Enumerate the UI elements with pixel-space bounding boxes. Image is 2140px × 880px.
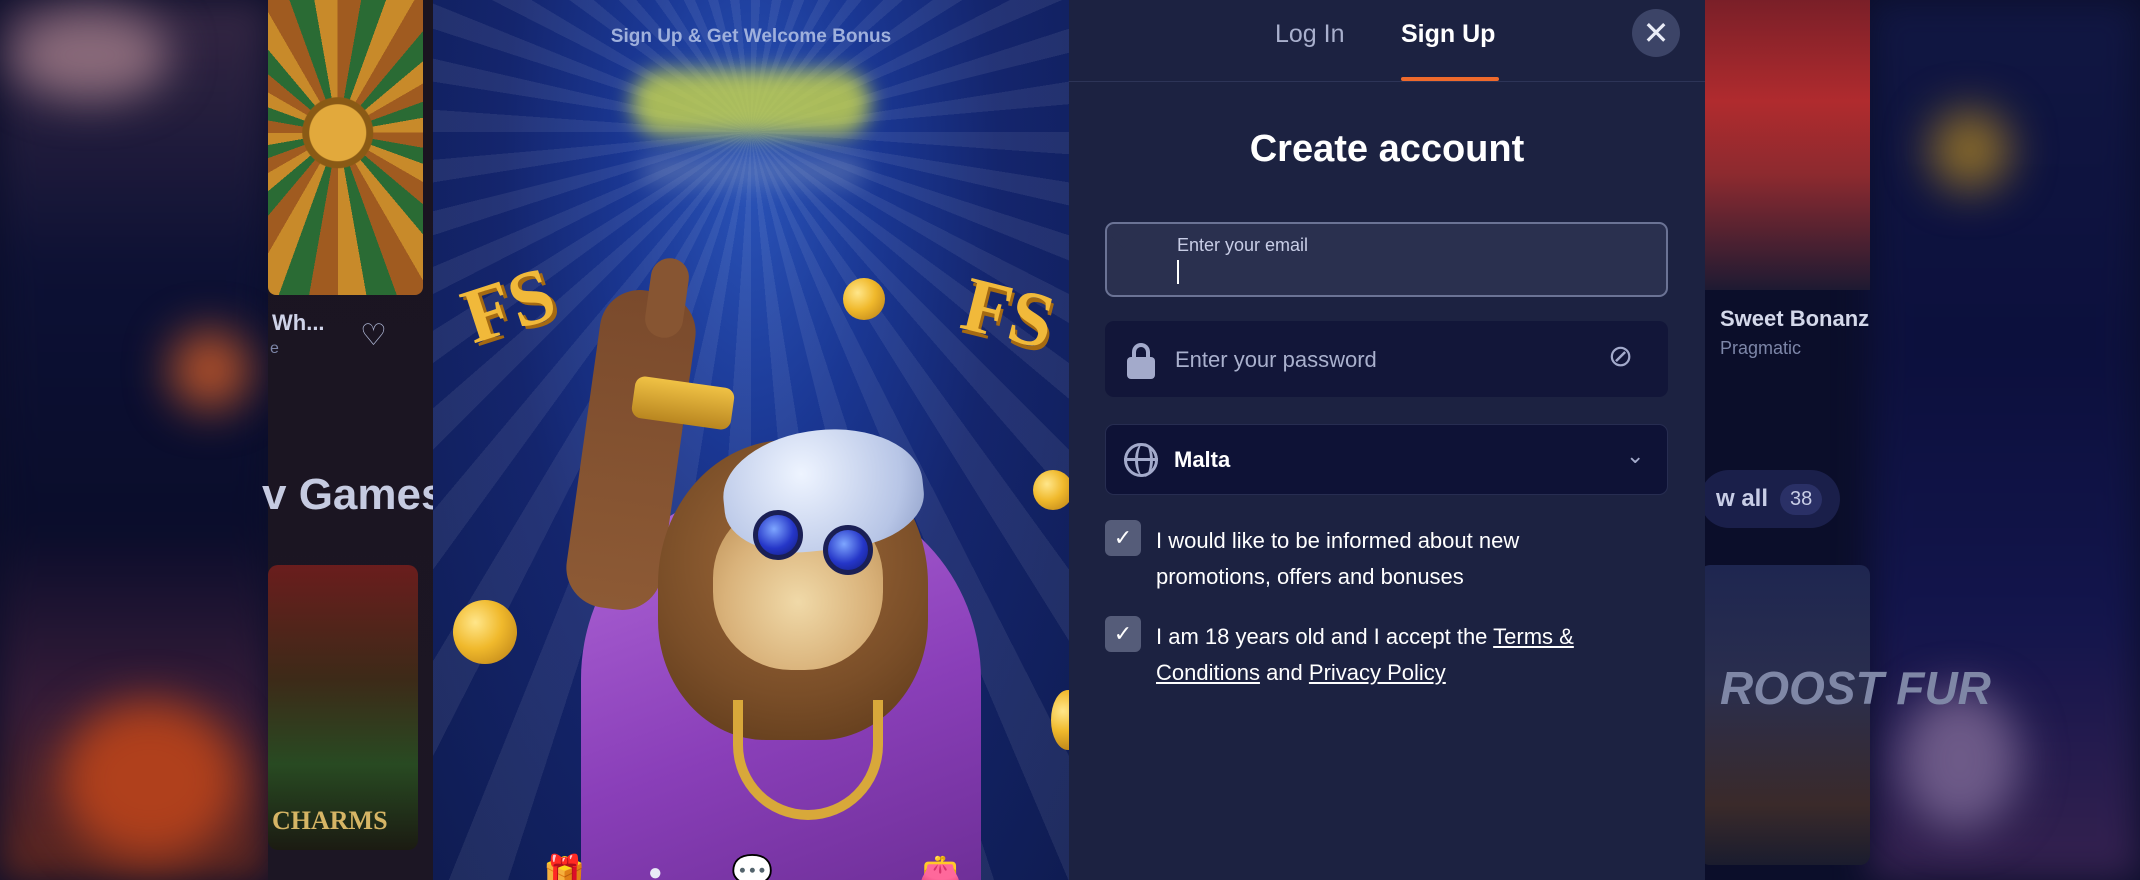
close-icon: ✕ <box>1642 15 1670 51</box>
auth-tabs: Log In Sign Up <box>1069 0 1705 82</box>
promotions-consent-text: I would like to be informed about new pr… <box>1156 528 1520 589</box>
password-field[interactable]: Enter your password ⊘ <box>1105 321 1668 397</box>
blur-blob <box>170 330 250 410</box>
signup-modal: Log In Sign Up ✕ Create account Enter yo… <box>1069 0 1705 880</box>
sunglasses-icon <box>753 510 803 560</box>
page-title: Create account <box>1249 128 1525 170</box>
game-thumbnail-label: CHARMS <box>272 806 388 835</box>
right-game-provider: Pragmatic <box>1720 338 1802 358</box>
right-game-title: Sweet Bonanz <box>1720 306 1870 331</box>
promo-subtitle-blur <box>643 158 863 184</box>
password-placeholder: Enter your password <box>1175 347 1377 372</box>
tab-log-in[interactable]: Log In <box>1275 20 1345 49</box>
gift-icon[interactable]: 🎁 <box>543 853 585 880</box>
eye-off-icon[interactable]: ⊘ <box>1608 339 1633 374</box>
globe-icon <box>1124 443 1158 477</box>
section-title-games: v Games <box>262 470 446 519</box>
dot-icon: ● <box>648 859 663 880</box>
left-game-provider: e <box>270 340 279 357</box>
close-button[interactable]: ✕ <box>1632 9 1680 57</box>
active-tab-indicator <box>1401 77 1499 81</box>
game-thumbnail-wheel <box>268 0 423 295</box>
country-value: Malta <box>1174 447 1231 472</box>
promo-panel: Sign Up & Get Welcome Bonus FS FS 🎁 ● 💬 … <box>433 0 1069 880</box>
heart-icon: ♡ <box>360 319 387 352</box>
view-all-count: 38 <box>1780 483 1823 515</box>
view-all-label: w all <box>1716 485 1769 512</box>
promo-bonus-blur <box>631 70 871 136</box>
check-icon: ✓ <box>1113 525 1133 550</box>
chevron-down-icon: ⌄ <box>1626 443 1645 468</box>
blur-blob <box>60 700 240 860</box>
chat-icon[interactable]: 💬 <box>731 853 773 880</box>
coin-icon <box>1033 470 1069 510</box>
coin-icon <box>453 600 517 664</box>
country-select[interactable]: Malta ⌄ <box>1105 424 1668 495</box>
email-field[interactable]: Enter your email <box>1105 222 1668 297</box>
game-thumbnail-rooster <box>1700 565 1870 865</box>
terms-checkbox[interactable]: ✓ <box>1105 616 1141 652</box>
terms-middle: and <box>1259 660 1309 685</box>
wallet-icon[interactable]: 👛 <box>919 853 961 880</box>
privacy-policy-link[interactable]: Privacy Policy <box>1309 660 1446 685</box>
bottom-nav: 🎁 ● 💬 👛 <box>433 845 1069 880</box>
terms-prefix: I am 18 years old and I accept the <box>1156 624 1494 649</box>
blur-blob <box>1930 110 2010 190</box>
check-icon: ✓ <box>1113 621 1133 646</box>
game-thumbnail-sweet-bonanza <box>1705 0 1870 290</box>
left-game-title: Wh... <box>272 310 325 335</box>
tab-sign-up[interactable]: Sign Up <box>1401 20 1495 49</box>
blur-blob <box>10 10 170 100</box>
promo-title: Sign Up & Get Welcome Bonus <box>610 26 892 47</box>
coin-icon <box>843 278 885 320</box>
game-thumbnail-label: ROOST FUR <box>1720 662 1991 714</box>
sunglasses-icon <box>823 525 873 575</box>
text-caret <box>1177 260 1179 284</box>
terms-consent-text: I am 18 years old and I accept the Terms… <box>1156 619 1636 691</box>
lock-icon-body <box>1127 357 1155 379</box>
email-label: Enter your email <box>1177 235 1309 255</box>
promotions-checkbox[interactable]: ✓ <box>1105 520 1141 556</box>
view-all-button: w all 38 <box>1700 470 1840 528</box>
